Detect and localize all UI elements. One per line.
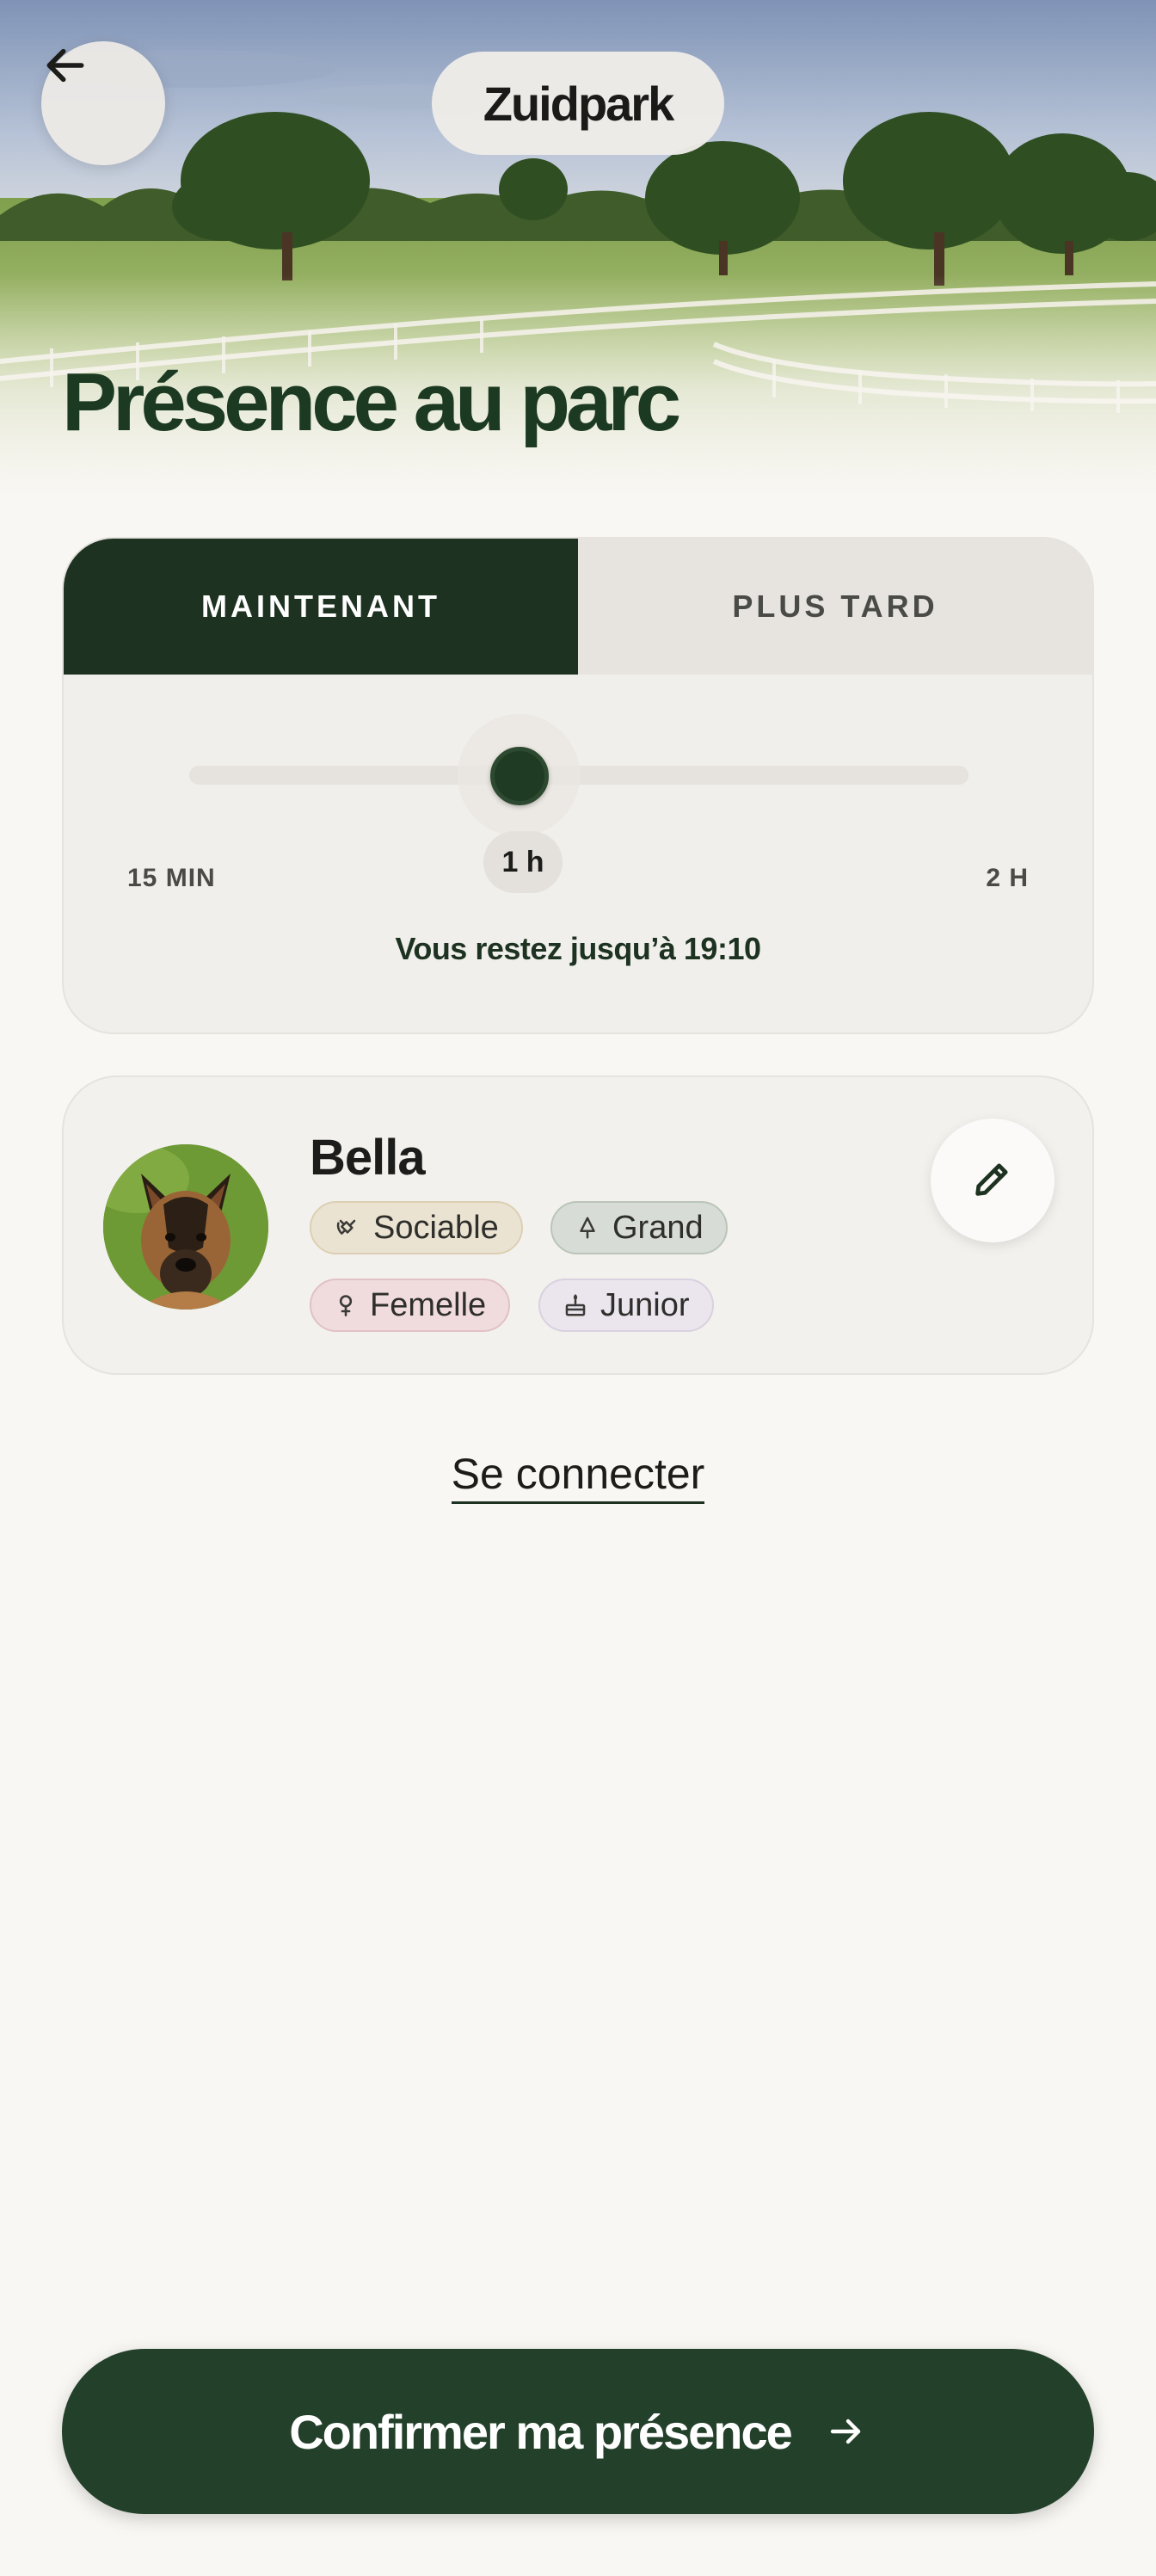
hero-header: Zuidpark Présence au parc — [0, 0, 1156, 499]
tree-icon — [575, 1215, 600, 1241]
dog-name: Bella — [310, 1130, 426, 1186]
dog-avatar — [103, 1144, 268, 1310]
trait-label: Femelle — [370, 1286, 487, 1323]
duration-card: MAINTENANT PLUS TARD 1 h 15 MIN 2 H Vous… — [62, 537, 1094, 1034]
trait-label: Grand — [612, 1209, 704, 1246]
trait-tag-junior: Junior — [538, 1279, 714, 1332]
park-presence-screen: Zuidpark Présence au parc MAINTENANT PLU… — [0, 0, 1156, 2576]
page-title: Présence au parc — [62, 356, 681, 448]
tab-later[interactable]: PLUS TARD — [578, 539, 1092, 675]
handshake-icon — [334, 1214, 361, 1242]
login-link-container: Se connecter — [0, 1449, 1156, 1504]
pencil-icon — [970, 1156, 1015, 1205]
edit-dog-button[interactable] — [931, 1119, 1055, 1242]
stay-until-text: Vous restez jusqu’à 19:10 — [395, 931, 761, 966]
trait-label: Junior — [600, 1286, 690, 1323]
time-tabs: MAINTENANT PLUS TARD — [64, 539, 1092, 675]
arrow-right-icon — [826, 2411, 867, 2452]
trait-tag-grand: Grand — [550, 1201, 728, 1254]
login-link[interactable]: Se connecter — [451, 1450, 705, 1504]
back-button[interactable] — [41, 41, 165, 165]
confirm-label: Confirmer ma présence — [289, 2404, 793, 2459]
female-icon — [334, 1292, 358, 1318]
trait-tag-sociable: Sociable — [310, 1201, 523, 1254]
cake-icon — [563, 1292, 588, 1318]
duration-slider-thumb[interactable] — [490, 747, 549, 805]
trait-label: Sociable — [373, 1209, 499, 1246]
range-max-label: 2 H — [986, 864, 1029, 892]
confirm-presence-button[interactable]: Confirmer ma présence — [62, 2349, 1094, 2514]
slider-value-badge: 1 h — [483, 831, 563, 893]
range-min-label: 15 MIN — [127, 864, 216, 892]
park-name-pill: Zuidpark — [432, 52, 724, 155]
trait-tag-femelle: Femelle — [310, 1279, 511, 1332]
dog-profile-card: Bella Sociable Grand Femelle Junior — [62, 1075, 1094, 1375]
tab-now[interactable]: MAINTENANT — [64, 539, 578, 675]
